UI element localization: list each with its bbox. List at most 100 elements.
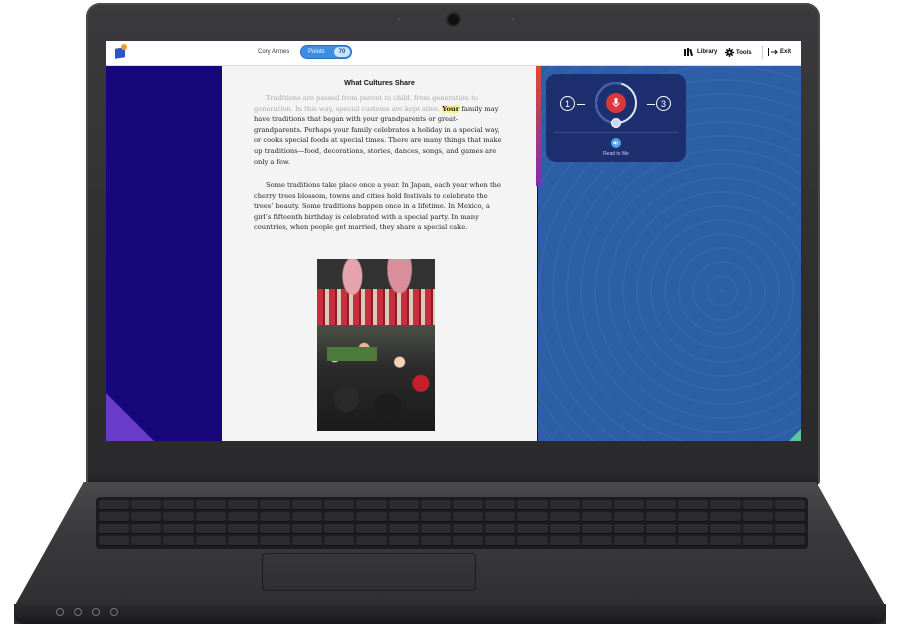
laptop-front-edge bbox=[14, 604, 886, 624]
keyboard-key bbox=[195, 500, 226, 510]
keyboard-key bbox=[388, 536, 419, 546]
keyboard-key bbox=[259, 524, 291, 534]
read-to-me-button[interactable] bbox=[611, 138, 621, 148]
keyboard-key bbox=[678, 524, 709, 534]
keyboard-key bbox=[195, 536, 226, 546]
header-divider bbox=[762, 46, 763, 59]
keyboard-key bbox=[678, 512, 709, 522]
sensor-dot bbox=[512, 18, 514, 20]
points-value: 70 bbox=[334, 47, 350, 57]
microphone-icon bbox=[612, 98, 620, 108]
keyboard-key bbox=[163, 536, 194, 546]
keyboard-key bbox=[485, 524, 516, 534]
keyboard-key bbox=[646, 500, 677, 510]
keyboard-key bbox=[195, 524, 226, 534]
keyboard-key bbox=[324, 512, 355, 522]
keyboard-key bbox=[163, 512, 194, 522]
step-connector bbox=[577, 104, 585, 106]
keyboard-key bbox=[646, 512, 677, 522]
sensor-dot bbox=[398, 18, 400, 20]
keyboard-key bbox=[613, 536, 645, 546]
keyboard-key bbox=[452, 512, 484, 522]
keyboard-key bbox=[420, 500, 451, 510]
keyboard-key bbox=[99, 512, 130, 522]
keyboard-key bbox=[710, 524, 741, 534]
keyboard-key bbox=[485, 512, 516, 522]
keyboard-key bbox=[388, 524, 419, 534]
keyboard-key bbox=[356, 524, 387, 534]
user-name: Cory Armes bbox=[258, 49, 290, 55]
keyboard-key bbox=[517, 536, 548, 546]
unread-text: family may have traditions that began wi… bbox=[254, 104, 502, 166]
photo-crowd bbox=[317, 325, 435, 431]
tools-label: Tools bbox=[736, 49, 752, 56]
keyboard-key bbox=[774, 512, 805, 522]
keyboard-key bbox=[259, 512, 291, 522]
battery-led-icon bbox=[92, 608, 100, 616]
festival-photo bbox=[317, 259, 435, 431]
keyboard-key bbox=[452, 500, 484, 510]
keyboard-key bbox=[742, 500, 773, 510]
keyboard-key bbox=[131, 512, 162, 522]
keyboard-key bbox=[324, 524, 355, 534]
status-leds bbox=[56, 608, 118, 616]
library-label: Library bbox=[697, 49, 718, 55]
keyboard-key bbox=[324, 536, 355, 546]
keyboard-key bbox=[420, 524, 451, 534]
record-button[interactable] bbox=[606, 93, 626, 113]
keyboard-key bbox=[292, 512, 323, 522]
keyboard-key bbox=[613, 512, 645, 522]
keyboard-key bbox=[227, 524, 258, 534]
keyboard-key bbox=[549, 524, 580, 534]
library-button[interactable]: Library bbox=[684, 48, 717, 56]
keyboard-key bbox=[356, 512, 387, 522]
keyboard-key bbox=[710, 512, 741, 522]
keyboard-key bbox=[99, 536, 130, 546]
points-label: Points bbox=[308, 49, 325, 55]
keyboard-key bbox=[678, 500, 709, 510]
power-led-icon bbox=[56, 608, 64, 616]
recorder-panel: 1 3 Read to Me bbox=[546, 74, 686, 162]
keyboard-key bbox=[549, 500, 580, 510]
keyboard-key bbox=[581, 512, 612, 522]
current-word-highlight[interactable]: Your bbox=[442, 104, 460, 113]
laptop-screen: Cory Armes Points 70 Library Tools Exit … bbox=[106, 41, 801, 441]
keyboard-key bbox=[774, 536, 805, 546]
keyboard-key bbox=[581, 536, 612, 546]
exit-button[interactable]: Exit bbox=[768, 48, 791, 56]
keyboard-key bbox=[581, 524, 612, 534]
points-badge: Points 70 bbox=[301, 46, 351, 58]
keyboard-key bbox=[259, 500, 291, 510]
library-icon bbox=[684, 48, 694, 56]
keyboard-key bbox=[485, 500, 516, 510]
keyboard-key bbox=[163, 500, 194, 510]
keyboard-key bbox=[292, 524, 323, 534]
paragraph-2: Some traditions take place once a year. … bbox=[254, 181, 501, 232]
keyboard-key bbox=[742, 524, 773, 534]
step-left-button[interactable]: 1 bbox=[560, 96, 575, 111]
keyboard-key bbox=[581, 500, 612, 510]
step-right-button[interactable]: 3 bbox=[656, 96, 671, 111]
wifi-led-icon bbox=[110, 608, 118, 616]
keyboard-key bbox=[774, 500, 805, 510]
panel-divider bbox=[554, 132, 678, 133]
keyboard-key bbox=[227, 512, 258, 522]
left-background bbox=[106, 66, 222, 441]
tools-button[interactable]: Tools bbox=[725, 48, 752, 57]
step-connector bbox=[647, 104, 655, 106]
gear-icon bbox=[725, 48, 734, 57]
reader-page: What Cultures Share Traditions are passe… bbox=[222, 66, 537, 441]
keyboard-key bbox=[195, 512, 226, 522]
keyboard-key bbox=[292, 536, 323, 546]
keyboard-key bbox=[356, 500, 387, 510]
keyboard-key bbox=[517, 524, 548, 534]
keyboard-key bbox=[613, 500, 645, 510]
keyboard-key bbox=[452, 524, 484, 534]
keyboard-key bbox=[774, 524, 805, 534]
keyboard-key bbox=[710, 500, 741, 510]
photo-detail bbox=[327, 347, 377, 361]
app-logo[interactable] bbox=[114, 44, 128, 60]
keyboard-key bbox=[613, 524, 645, 534]
keyboard-key bbox=[678, 536, 709, 546]
keyboard-key bbox=[485, 536, 516, 546]
